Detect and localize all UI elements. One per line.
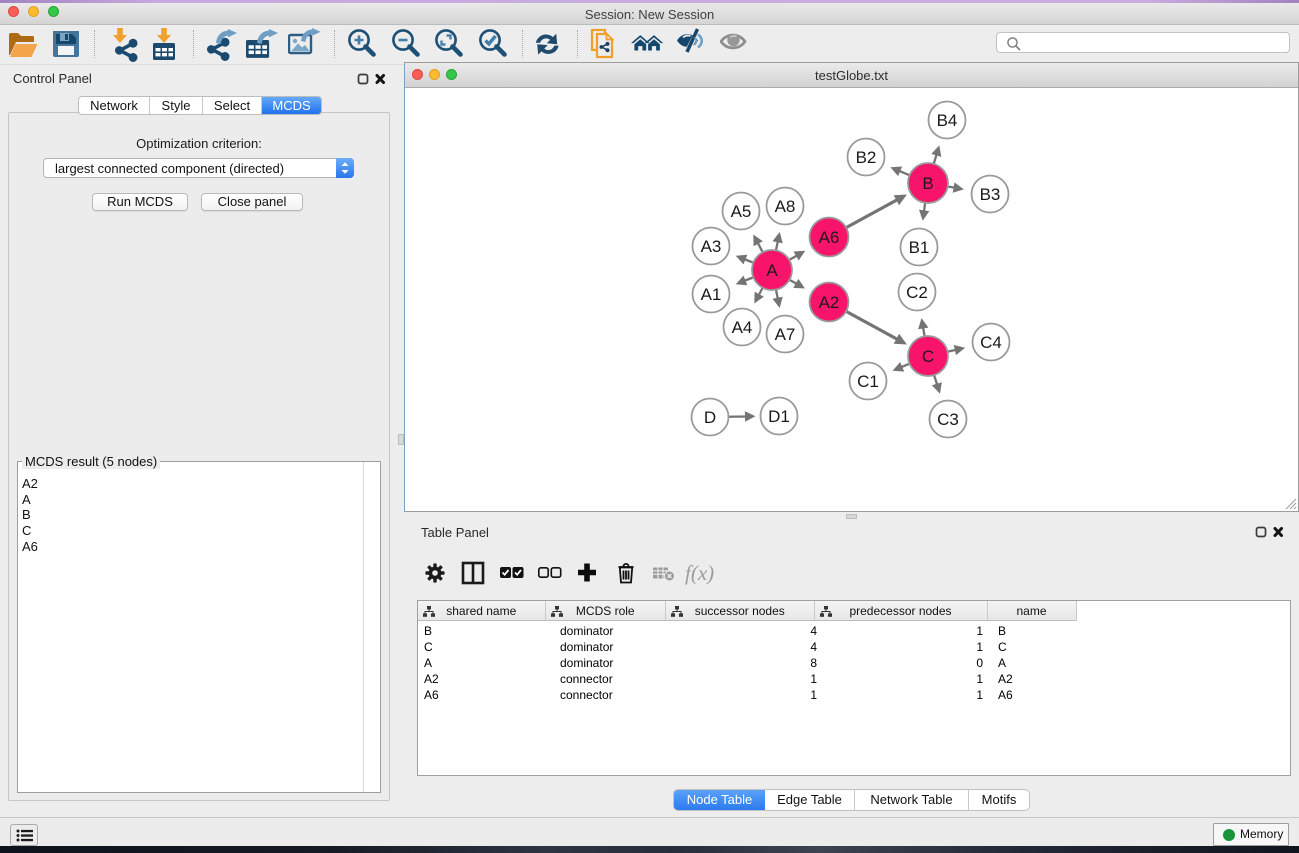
svg-text:B3: B3 — [980, 185, 1001, 204]
svg-text:C: C — [922, 347, 934, 366]
svg-text:C1: C1 — [857, 372, 879, 391]
svg-text:B: B — [922, 174, 933, 193]
svg-text:B4: B4 — [937, 111, 958, 130]
svg-text:A8: A8 — [775, 197, 796, 216]
svg-text:C4: C4 — [980, 333, 1002, 352]
svg-text:A5: A5 — [731, 202, 752, 221]
svg-text:D1: D1 — [768, 407, 790, 426]
svg-text:A6: A6 — [819, 228, 840, 247]
svg-text:A1: A1 — [701, 285, 722, 304]
svg-text:C3: C3 — [937, 410, 959, 429]
svg-text:A7: A7 — [775, 325, 796, 344]
svg-text:B2: B2 — [856, 148, 877, 167]
svg-text:A2: A2 — [819, 293, 840, 312]
svg-text:C2: C2 — [906, 283, 928, 302]
svg-text:D: D — [704, 408, 716, 427]
svg-text:f(x): f(x) — [685, 561, 714, 585]
svg-text:A3: A3 — [701, 237, 722, 256]
svg-text:A: A — [766, 261, 778, 280]
svg-text:A4: A4 — [732, 318, 753, 337]
svg-text:B1: B1 — [909, 238, 930, 257]
